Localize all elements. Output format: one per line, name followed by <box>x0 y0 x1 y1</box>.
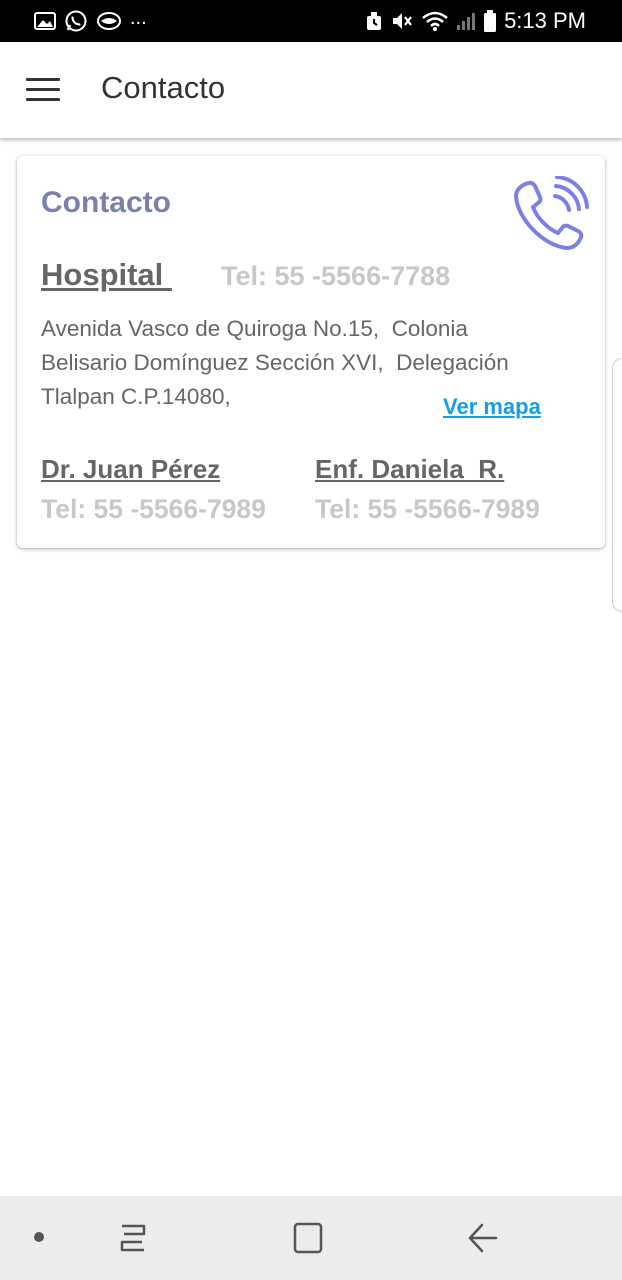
nurse-phone[interactable]: Tel: 55 -5566-7989 <box>315 494 540 525</box>
contact-card: Contacto Hospital Tel: 55 -5566-7788 Ave… <box>17 156 605 548</box>
hospital-phone[interactable]: Tel: 55 -5566-7788 <box>221 261 450 292</box>
status-time: 5:13 PM <box>504 8 586 33</box>
status-bar-system: 5:13 PM <box>365 8 586 34</box>
doctor-name[interactable]: Dr. Juan Pérez <box>41 454 220 485</box>
phone-ringing-icon[interactable] <box>511 176 589 254</box>
page-title: Contacto <box>101 70 226 105</box>
whatsapp-icon <box>65 10 87 32</box>
more-notifications-indicator: ... <box>130 7 147 29</box>
hospital-name[interactable]: Hospital <box>41 257 172 293</box>
navigation-bar <box>0 1196 622 1280</box>
doctor-phone[interactable]: Tel: 55 -5566-7989 <box>41 494 266 525</box>
dot-icon[interactable] <box>34 1232 44 1242</box>
status-bar: ... 5:13 PM <box>0 0 622 42</box>
nurse-name[interactable]: Enf. Daniela R. <box>315 454 504 485</box>
view-map-link[interactable]: Ver mapa <box>443 394 541 420</box>
wifi-icon <box>422 11 448 31</box>
edge-panel-handle[interactable] <box>612 358 622 612</box>
message-icon <box>97 12 121 30</box>
gallery-icon <box>34 12 56 30</box>
card-title: Contacto <box>41 186 171 219</box>
back-icon[interactable] <box>462 1218 502 1258</box>
alarm-icon <box>367 12 382 30</box>
signal-icon <box>457 13 476 30</box>
recent-apps-icon[interactable] <box>114 1218 154 1258</box>
home-icon[interactable] <box>288 1218 328 1258</box>
mute-icon <box>393 13 412 29</box>
battery-icon <box>484 10 497 32</box>
status-bar-notifications: ... <box>34 8 147 34</box>
hamburger-menu-icon[interactable] <box>24 76 62 104</box>
app-bar: Contacto <box>0 42 622 138</box>
